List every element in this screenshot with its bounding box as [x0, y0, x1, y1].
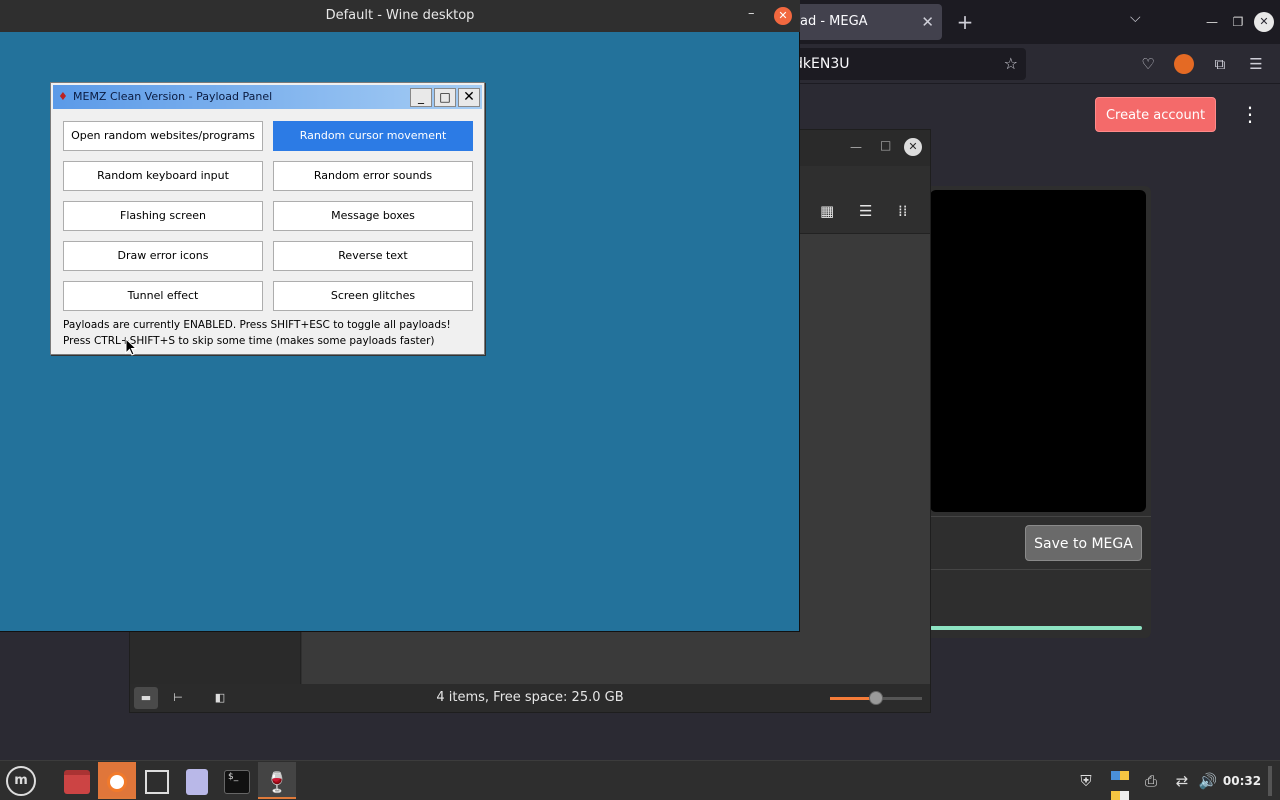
close-tab-icon[interactable]: ✕ [921, 4, 934, 40]
maximize-icon[interactable]: ❐ [1228, 12, 1248, 32]
media-preview[interactable] [930, 190, 1146, 512]
minimize-icon[interactable]: – [748, 6, 755, 21]
wine-glass-icon: ♦ [58, 90, 68, 103]
close-icon[interactable]: ✕ [904, 138, 922, 156]
taskbar-firefox[interactable] [98, 762, 136, 799]
divider [925, 569, 1151, 570]
wine-glass-icon: 🍷 [264, 769, 290, 794]
minimize-icon[interactable]: — [850, 140, 862, 154]
hide-sidebar-icon[interactable]: ◧ [208, 687, 232, 709]
taskbar: m $_ 🍷 ⛨ ⎙ ⇄ 🔊 00:32 [0, 760, 1280, 800]
close-icon[interactable]: ✕ [458, 88, 480, 107]
close-icon[interactable]: ✕ [1254, 12, 1274, 32]
dialog-title: MEMZ Clean Version - Payload Panel [73, 90, 273, 103]
wine-desktop-window: Default - Wine desktop – ✕ ♦ MEMZ Clean … [0, 0, 800, 632]
payload-tunnel-effect-button[interactable]: Tunnel effect [63, 281, 263, 311]
divider [925, 516, 1151, 517]
taskbar-terminal[interactable]: $_ [218, 762, 256, 799]
network-icon[interactable]: ⇄ [1172, 771, 1192, 791]
create-account-button[interactable]: Create account [1095, 97, 1216, 132]
payload-open-random-websites-button[interactable]: Open random websites/programs [63, 121, 263, 151]
new-tab-button[interactable]: + [954, 8, 976, 36]
shield-icon[interactable]: ⛨ [1076, 771, 1096, 791]
taskbar-files[interactable] [58, 762, 96, 799]
extensions-icon[interactable]: ⧉ [1210, 54, 1230, 74]
payload-random-error-sounds-button[interactable]: Random error sounds [273, 161, 473, 191]
taskbar-screenshot[interactable] [138, 762, 176, 799]
save-to-mega-button[interactable]: Save to MEGA [1025, 525, 1142, 561]
start-menu-icon[interactable]: m [6, 766, 36, 796]
maximize-icon[interactable]: □ [880, 138, 891, 152]
taskbar-wine[interactable]: 🍷 [258, 762, 296, 799]
tree-view-icon[interactable]: ⊢ [166, 687, 190, 709]
volume-icon[interactable]: 🔊 [1198, 771, 1218, 791]
payload-flashing-screen-button[interactable]: Flashing screen [63, 201, 263, 231]
minimize-icon[interactable]: — [1202, 12, 1222, 32]
zoom-slider[interactable] [830, 691, 922, 705]
color-applet-icon[interactable] [1110, 771, 1130, 800]
payload-message-boxes-button[interactable]: Message boxes [273, 201, 473, 231]
taskbar-text-editor[interactable] [178, 762, 216, 799]
payload-random-keyboard-input-button[interactable]: Random keyboard input [63, 161, 263, 191]
payload-reverse-text-button[interactable]: Reverse text [273, 241, 473, 271]
file-manager-statusbar: 4 items, Free space: 25.0 GB ▬ ⊢ ◧ [130, 684, 930, 712]
chevron-down-icon[interactable]: ⌵ [1130, 10, 1141, 26]
terminal-icon: $_ [224, 769, 250, 794]
grid-view-icon[interactable]: ▦ [820, 202, 834, 220]
skip-time-hint-text: Press CTRL+SHIFT+S to skip some time (ma… [63, 335, 435, 347]
pocket-icon[interactable]: ♡ [1138, 54, 1158, 74]
compact-view-icon[interactable]: ⁞⁞ [898, 202, 908, 220]
window-title: Default - Wine desktop [325, 8, 475, 23]
close-icon[interactable]: ✕ [774, 7, 792, 25]
progress-bar [930, 626, 1142, 630]
firefox-icon [107, 771, 127, 792]
payload-random-cursor-movement-button[interactable]: Random cursor movement [273, 121, 473, 151]
mouse-cursor-icon [125, 338, 137, 356]
minimize-icon[interactable]: _ [410, 88, 432, 107]
folder-icon [64, 769, 90, 794]
maximize-icon[interactable]: □ [434, 88, 456, 107]
wine-titlebar: Default - Wine desktop – ✕ [0, 0, 800, 32]
hamburger-menu-icon[interactable]: ☰ [1246, 54, 1266, 74]
text-editor-icon [186, 768, 208, 795]
show-desktop-button[interactable] [1268, 766, 1272, 796]
browser-tab-mega[interactable]: ad - MEGA ✕ [790, 4, 942, 40]
list-view-icon[interactable]: ☰ [859, 202, 872, 220]
payload-screen-glitches-button[interactable]: Screen glitches [273, 281, 473, 311]
printer-icon[interactable]: ⎙ [1141, 771, 1161, 791]
status-text: 4 items, Free space: 25.0 GB [436, 690, 624, 705]
mega-preview-card: Save to MEGA [925, 186, 1151, 638]
url-bar[interactable]: dkEN3U ☆ [780, 48, 1026, 80]
clock[interactable]: 00:32 [1222, 771, 1262, 791]
dialog-titlebar: ♦ MEMZ Clean Version - Payload Panel _ □… [53, 85, 482, 109]
account-icon[interactable] [1174, 54, 1194, 74]
bookmark-star-icon[interactable]: ☆ [1004, 48, 1018, 80]
screenshot-icon [145, 769, 169, 794]
payload-draw-error-icons-button[interactable]: Draw error icons [63, 241, 263, 271]
zoom-slider-handle[interactable] [869, 691, 883, 705]
browser-tab-title: ad - MEGA [800, 14, 868, 29]
more-options-icon[interactable]: ⋮ [1240, 104, 1260, 124]
places-folder-icon[interactable]: ▬ [134, 687, 158, 709]
url-text: dkEN3U [794, 56, 850, 72]
payload-status-text: Payloads are currently ENABLED. Press SH… [63, 319, 451, 331]
memz-payload-panel: ♦ MEMZ Clean Version - Payload Panel _ □… [50, 82, 485, 355]
